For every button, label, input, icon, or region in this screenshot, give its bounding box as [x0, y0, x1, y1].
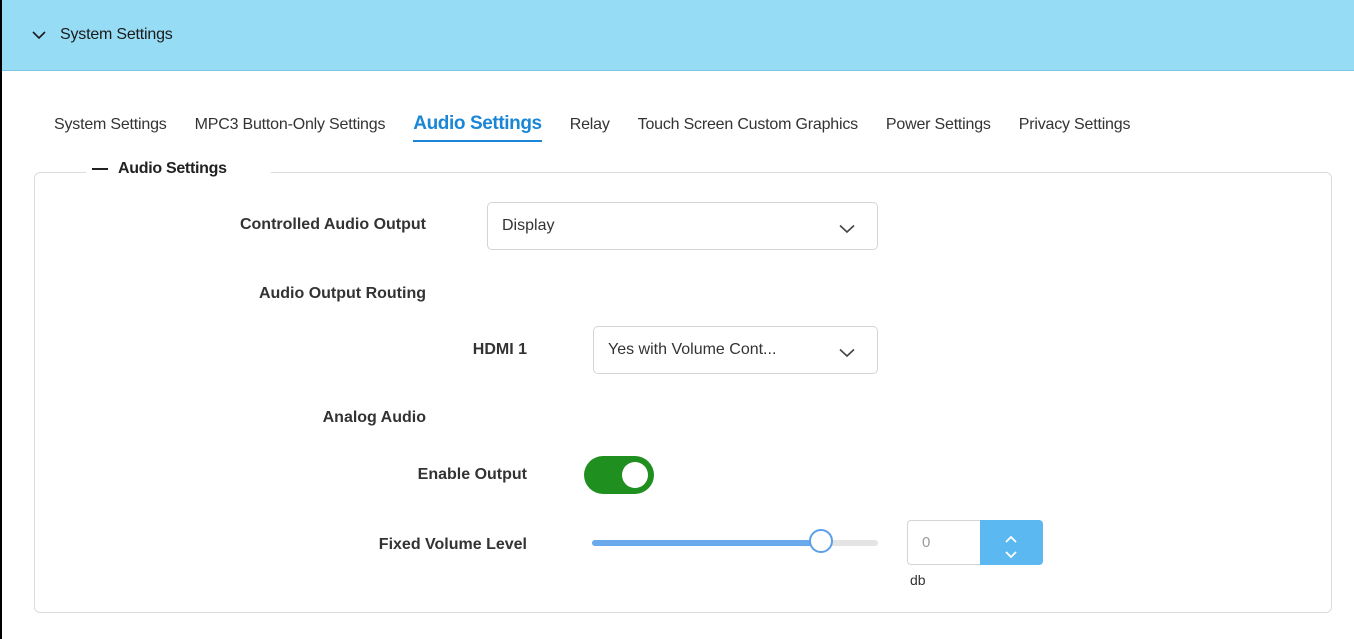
enable-output-toggle[interactable]: [584, 456, 654, 494]
section-title: System Settings: [60, 26, 173, 43]
controlled-audio-output-select[interactable]: Display: [487, 202, 878, 250]
controlled-audio-output-label: Controlled Audio Output: [239, 216, 426, 233]
hdmi1-label: HDMI 1: [472, 341, 527, 358]
fixed-volume-input[interactable]: 0: [907, 520, 981, 565]
tab-system-settings[interactable]: System Settings: [54, 116, 167, 142]
audio-output-routing-label: Audio Output Routing: [258, 285, 426, 302]
enable-output-label: Enable Output: [417, 466, 527, 483]
hdmi1-routing-value: Yes with Volume Cont...: [608, 341, 777, 358]
fixed-volume-slider-fill: [592, 540, 821, 546]
chevron-up-icon[interactable]: [1005, 530, 1017, 543]
audio-settings-legend[interactable]: Audio Settings: [86, 160, 271, 178]
section-header-system-settings[interactable]: System Settings: [2, 0, 1354, 71]
fixed-volume-spinner[interactable]: [980, 520, 1043, 565]
tab-privacy-settings[interactable]: Privacy Settings: [1019, 116, 1131, 142]
controlled-audio-output-value: Display: [502, 217, 555, 234]
tab-power-settings[interactable]: Power Settings: [886, 116, 991, 142]
fixed-volume-unit: db: [910, 572, 926, 588]
tab-mpc3-button-only-settings[interactable]: MPC3 Button-Only Settings: [195, 116, 386, 142]
tab-bar: System Settings MPC3 Button-Only Setting…: [54, 113, 1158, 142]
toggle-knob: [622, 462, 648, 488]
chevron-down-icon: [839, 221, 855, 234]
tab-audio-settings[interactable]: Audio Settings: [413, 113, 542, 142]
analog-audio-label: Analog Audio: [322, 409, 426, 426]
hdmi1-routing-select[interactable]: Yes with Volume Cont...: [593, 326, 878, 374]
tab-relay[interactable]: Relay: [570, 116, 610, 142]
fixed-volume-level-label: Fixed Volume Level: [378, 536, 527, 553]
chevron-down-icon: [839, 345, 855, 358]
chevron-down-icon: [32, 28, 46, 42]
legend-label: Audio Settings: [118, 160, 227, 177]
collapse-dash-icon: [92, 168, 108, 170]
chevron-down-icon[interactable]: [1005, 546, 1017, 559]
tab-touch-screen-custom-graphics[interactable]: Touch Screen Custom Graphics: [638, 116, 858, 142]
fixed-volume-slider-thumb[interactable]: [808, 529, 833, 553]
fixed-volume-slider-track[interactable]: [592, 540, 878, 546]
